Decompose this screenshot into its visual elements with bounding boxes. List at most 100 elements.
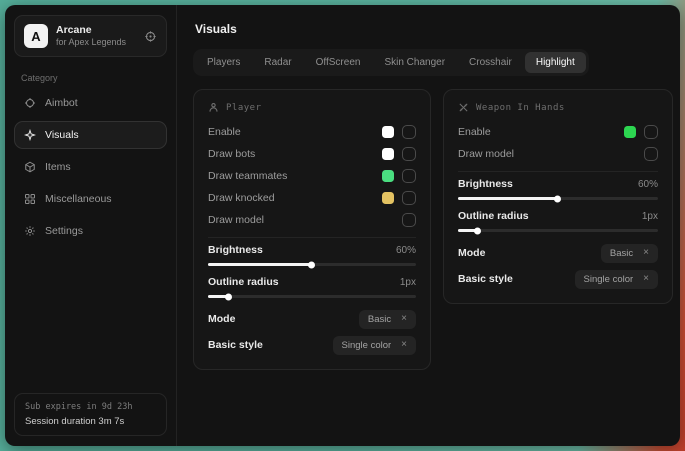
slider-value: 60% xyxy=(638,179,658,190)
checkbox[interactable] xyxy=(402,191,416,205)
checkbox[interactable] xyxy=(402,147,416,161)
color-swatch[interactable] xyxy=(382,192,394,204)
sidebar-item-miscellaneous[interactable]: Miscellaneous xyxy=(14,185,167,213)
app-name: Arcane xyxy=(56,24,136,37)
select-label: Basic style xyxy=(208,339,263,351)
basic-style-row: Basic style Single color × xyxy=(208,334,416,356)
sidebar-item-aimbot[interactable]: Aimbot xyxy=(14,89,167,117)
tab-radar[interactable]: Radar xyxy=(253,52,302,73)
gear-icon xyxy=(24,225,36,237)
slider-handle[interactable] xyxy=(474,227,481,234)
setting-label: Enable xyxy=(208,126,241,138)
sidebar-item-items[interactable]: Items xyxy=(14,153,167,181)
mode-chip[interactable]: Basic × xyxy=(359,310,416,329)
slider-label: Outline radius xyxy=(208,276,279,288)
sidebar-item-label: Miscellaneous xyxy=(45,193,112,205)
sidebar-item-label: Settings xyxy=(45,225,83,237)
cube-icon xyxy=(24,161,36,173)
setting-row-draw-knocked: Draw knocked xyxy=(208,187,416,209)
sidebar-item-label: Aimbot xyxy=(45,97,78,109)
page-title: Visuals xyxy=(195,22,673,36)
setting-label: Draw model xyxy=(208,214,264,226)
chip-remove-icon[interactable]: × xyxy=(643,274,649,284)
setting-label: Draw teammates xyxy=(208,170,287,182)
sidebar-nav: Aimbot Visuals Items xyxy=(14,89,167,245)
setting-row-draw-model: Draw model xyxy=(208,209,416,231)
color-swatch[interactable] xyxy=(382,148,394,160)
sub-expiry-text: Sub expires in 9d 23h xyxy=(25,402,156,412)
color-swatch[interactable] xyxy=(624,126,636,138)
slider-handle[interactable] xyxy=(225,293,232,300)
sidebar-item-visuals[interactable]: Visuals xyxy=(14,121,167,149)
panel-title: Weapon In Hands xyxy=(476,103,565,113)
player-panel-header: Player xyxy=(208,100,416,121)
divider xyxy=(458,171,658,172)
crosshair-icon xyxy=(24,97,36,109)
app-logo: A xyxy=(24,24,48,48)
divider xyxy=(208,237,416,238)
sparkle-icon xyxy=(24,129,36,141)
color-swatch[interactable] xyxy=(382,126,394,138)
tab-players[interactable]: Players xyxy=(196,52,251,73)
sidebar: A Arcane for Apex Legends Category xyxy=(5,5,177,446)
tab-skin-changer[interactable]: Skin Changer xyxy=(373,52,456,73)
checkbox[interactable] xyxy=(644,125,658,139)
slider-handle[interactable] xyxy=(554,195,561,202)
checkbox[interactable] xyxy=(402,213,416,227)
checkbox[interactable] xyxy=(402,125,416,139)
slider-label: Outline radius xyxy=(458,210,529,222)
main-content: Visuals Players Radar OffScreen Skin Cha… xyxy=(177,5,680,446)
select-label: Mode xyxy=(208,313,235,325)
slider-value: 1px xyxy=(400,277,416,288)
mode-chip[interactable]: Basic × xyxy=(601,244,658,263)
setting-row-enable: Enable xyxy=(208,121,416,143)
setting-row-draw-bots: Draw bots xyxy=(208,143,416,165)
app-tagline: for Apex Legends xyxy=(56,37,136,48)
chip-remove-icon[interactable]: × xyxy=(401,340,407,350)
checkbox[interactable] xyxy=(402,169,416,183)
chip-label: Single color xyxy=(342,340,392,351)
basic-style-chip[interactable]: Single color × xyxy=(575,270,658,289)
chip-label: Single color xyxy=(584,274,634,285)
setting-label: Draw bots xyxy=(208,148,255,160)
setting-label: Draw model xyxy=(458,148,514,160)
app-window: A Arcane for Apex Legends Category xyxy=(5,5,680,446)
sidebar-item-label: Items xyxy=(45,161,71,173)
tab-bar: Players Radar OffScreen Skin Changer Cro… xyxy=(193,49,589,76)
brand-card: A Arcane for Apex Legends xyxy=(14,15,167,57)
chip-label: Basic xyxy=(610,248,633,259)
panel-title: Player xyxy=(226,103,262,113)
outline-radius-slider[interactable] xyxy=(458,229,658,232)
tab-offscreen[interactable]: OffScreen xyxy=(305,52,372,73)
target-icon[interactable] xyxy=(144,30,157,43)
brightness-slider[interactable] xyxy=(208,263,416,266)
setting-label: Draw knocked xyxy=(208,192,275,204)
subscription-card: Sub expires in 9d 23h Session duration 3… xyxy=(14,393,167,436)
setting-label: Enable xyxy=(458,126,491,138)
slider-value: 60% xyxy=(396,245,416,256)
person-icon xyxy=(208,102,219,113)
setting-row-enable: Enable xyxy=(458,121,658,143)
outline-radius-row: Outline radius 1px xyxy=(208,276,416,288)
chip-remove-icon[interactable]: × xyxy=(643,248,649,258)
basic-style-chip[interactable]: Single color × xyxy=(333,336,416,355)
outline-radius-slider[interactable] xyxy=(208,295,416,298)
sidebar-item-settings[interactable]: Settings xyxy=(14,217,167,245)
tab-crosshair[interactable]: Crosshair xyxy=(458,52,523,73)
setting-row-draw-teammates: Draw teammates xyxy=(208,165,416,187)
brightness-slider[interactable] xyxy=(458,197,658,200)
sidebar-item-label: Visuals xyxy=(45,129,79,141)
setting-row-draw-model: Draw model xyxy=(458,143,658,165)
player-panel: Player Enable Draw bots xyxy=(193,89,431,370)
select-label: Basic style xyxy=(458,273,513,285)
mode-row: Mode Basic × xyxy=(458,242,658,264)
select-label: Mode xyxy=(458,247,485,259)
basic-style-row: Basic style Single color × xyxy=(458,268,658,290)
chip-remove-icon[interactable]: × xyxy=(401,314,407,324)
color-swatch[interactable] xyxy=(382,170,394,182)
tab-highlight[interactable]: Highlight xyxy=(525,52,586,73)
slider-handle[interactable] xyxy=(308,261,315,268)
checkbox[interactable] xyxy=(644,147,658,161)
brand-text: Arcane for Apex Legends xyxy=(56,24,136,48)
outline-radius-row: Outline radius 1px xyxy=(458,210,658,222)
